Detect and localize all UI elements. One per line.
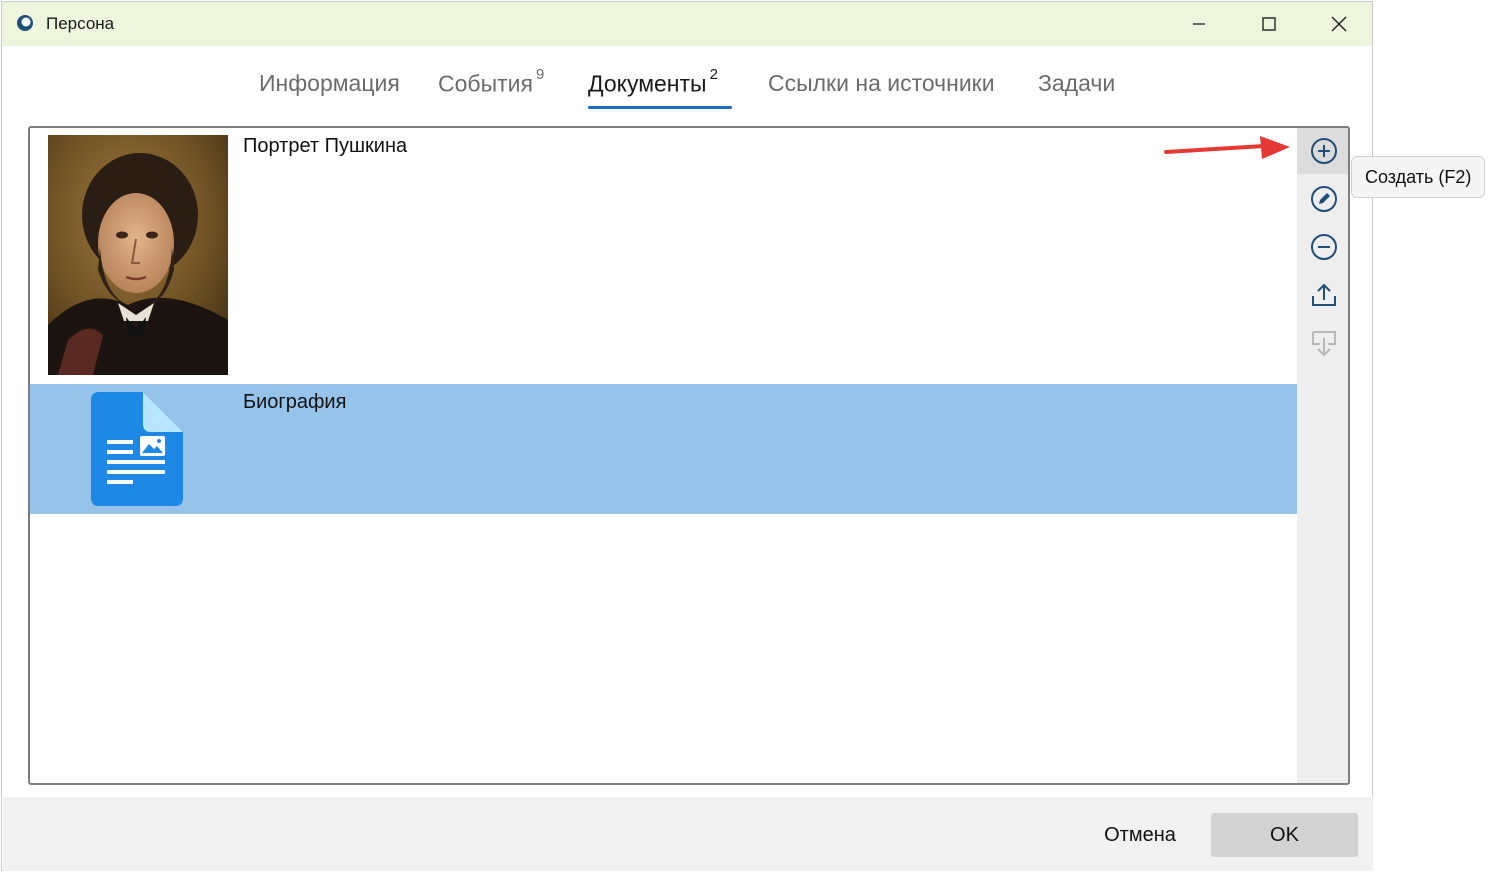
side-toolbar xyxy=(1297,128,1348,783)
tab-source-links[interactable]: Ссылки на источники xyxy=(768,70,995,97)
maximize-icon xyxy=(1262,17,1276,31)
edit-button[interactable] xyxy=(1297,176,1348,222)
minus-circle-icon xyxy=(1310,234,1337,260)
minimize-button[interactable] xyxy=(1164,2,1234,46)
list-item-selected[interactable]: Биография xyxy=(30,384,1297,514)
document-icon xyxy=(91,392,183,506)
tab-label: Информация xyxy=(259,70,400,96)
tab-label: Задачи xyxy=(1038,70,1116,96)
annotation-arrow-icon xyxy=(1164,136,1290,159)
title-bar[interactable]: Персона xyxy=(2,2,1372,46)
delete-button[interactable] xyxy=(1297,224,1348,270)
window-title: Персона xyxy=(46,14,115,33)
active-tab-indicator xyxy=(588,106,732,109)
upload-icon xyxy=(1311,283,1336,306)
tab-label: Документы xyxy=(588,70,707,97)
export-button[interactable] xyxy=(1297,272,1348,318)
tab-tasks[interactable]: Задачи xyxy=(1038,70,1115,97)
documents-list: Портрет Пушкина Биография xyxy=(28,126,1350,785)
document-title: Биография xyxy=(243,391,347,413)
tab-bar: Информация События 9 Документы 2 Ссылки на… xyxy=(2,64,1372,112)
tab-documents[interactable]: Документы 2 xyxy=(588,66,718,98)
minimize-icon xyxy=(1193,23,1205,25)
ok-button[interactable]: OK xyxy=(1211,813,1358,857)
import-button[interactable] xyxy=(1297,320,1348,366)
tab-count-badge: 9 xyxy=(535,66,545,83)
tooltip: Создать (F2) xyxy=(1351,156,1486,198)
list-item[interactable]: Портрет Пушкина xyxy=(30,128,1297,382)
tab-count-badge: 2 xyxy=(709,66,718,83)
create-button[interactable] xyxy=(1297,128,1348,174)
download-icon xyxy=(1311,331,1336,357)
document-title: Портрет Пушкина xyxy=(243,135,408,157)
maximize-button[interactable] xyxy=(1234,2,1304,46)
tab-label: События xyxy=(438,70,533,97)
tab-info[interactable]: Информация xyxy=(259,70,400,97)
close-icon xyxy=(1331,16,1347,32)
close-button[interactable] xyxy=(1304,2,1374,46)
app-logo-icon xyxy=(17,15,33,31)
dialog-footer: Отмена OK xyxy=(3,797,1373,871)
tab-events[interactable]: События 9 xyxy=(438,66,544,98)
tab-label: Ссылки на источники xyxy=(768,70,995,96)
edit-circle-icon xyxy=(1310,186,1337,212)
portrait-image xyxy=(48,135,228,375)
plus-circle-icon xyxy=(1310,138,1337,164)
cancel-button[interactable]: Отмена xyxy=(1083,813,1197,857)
